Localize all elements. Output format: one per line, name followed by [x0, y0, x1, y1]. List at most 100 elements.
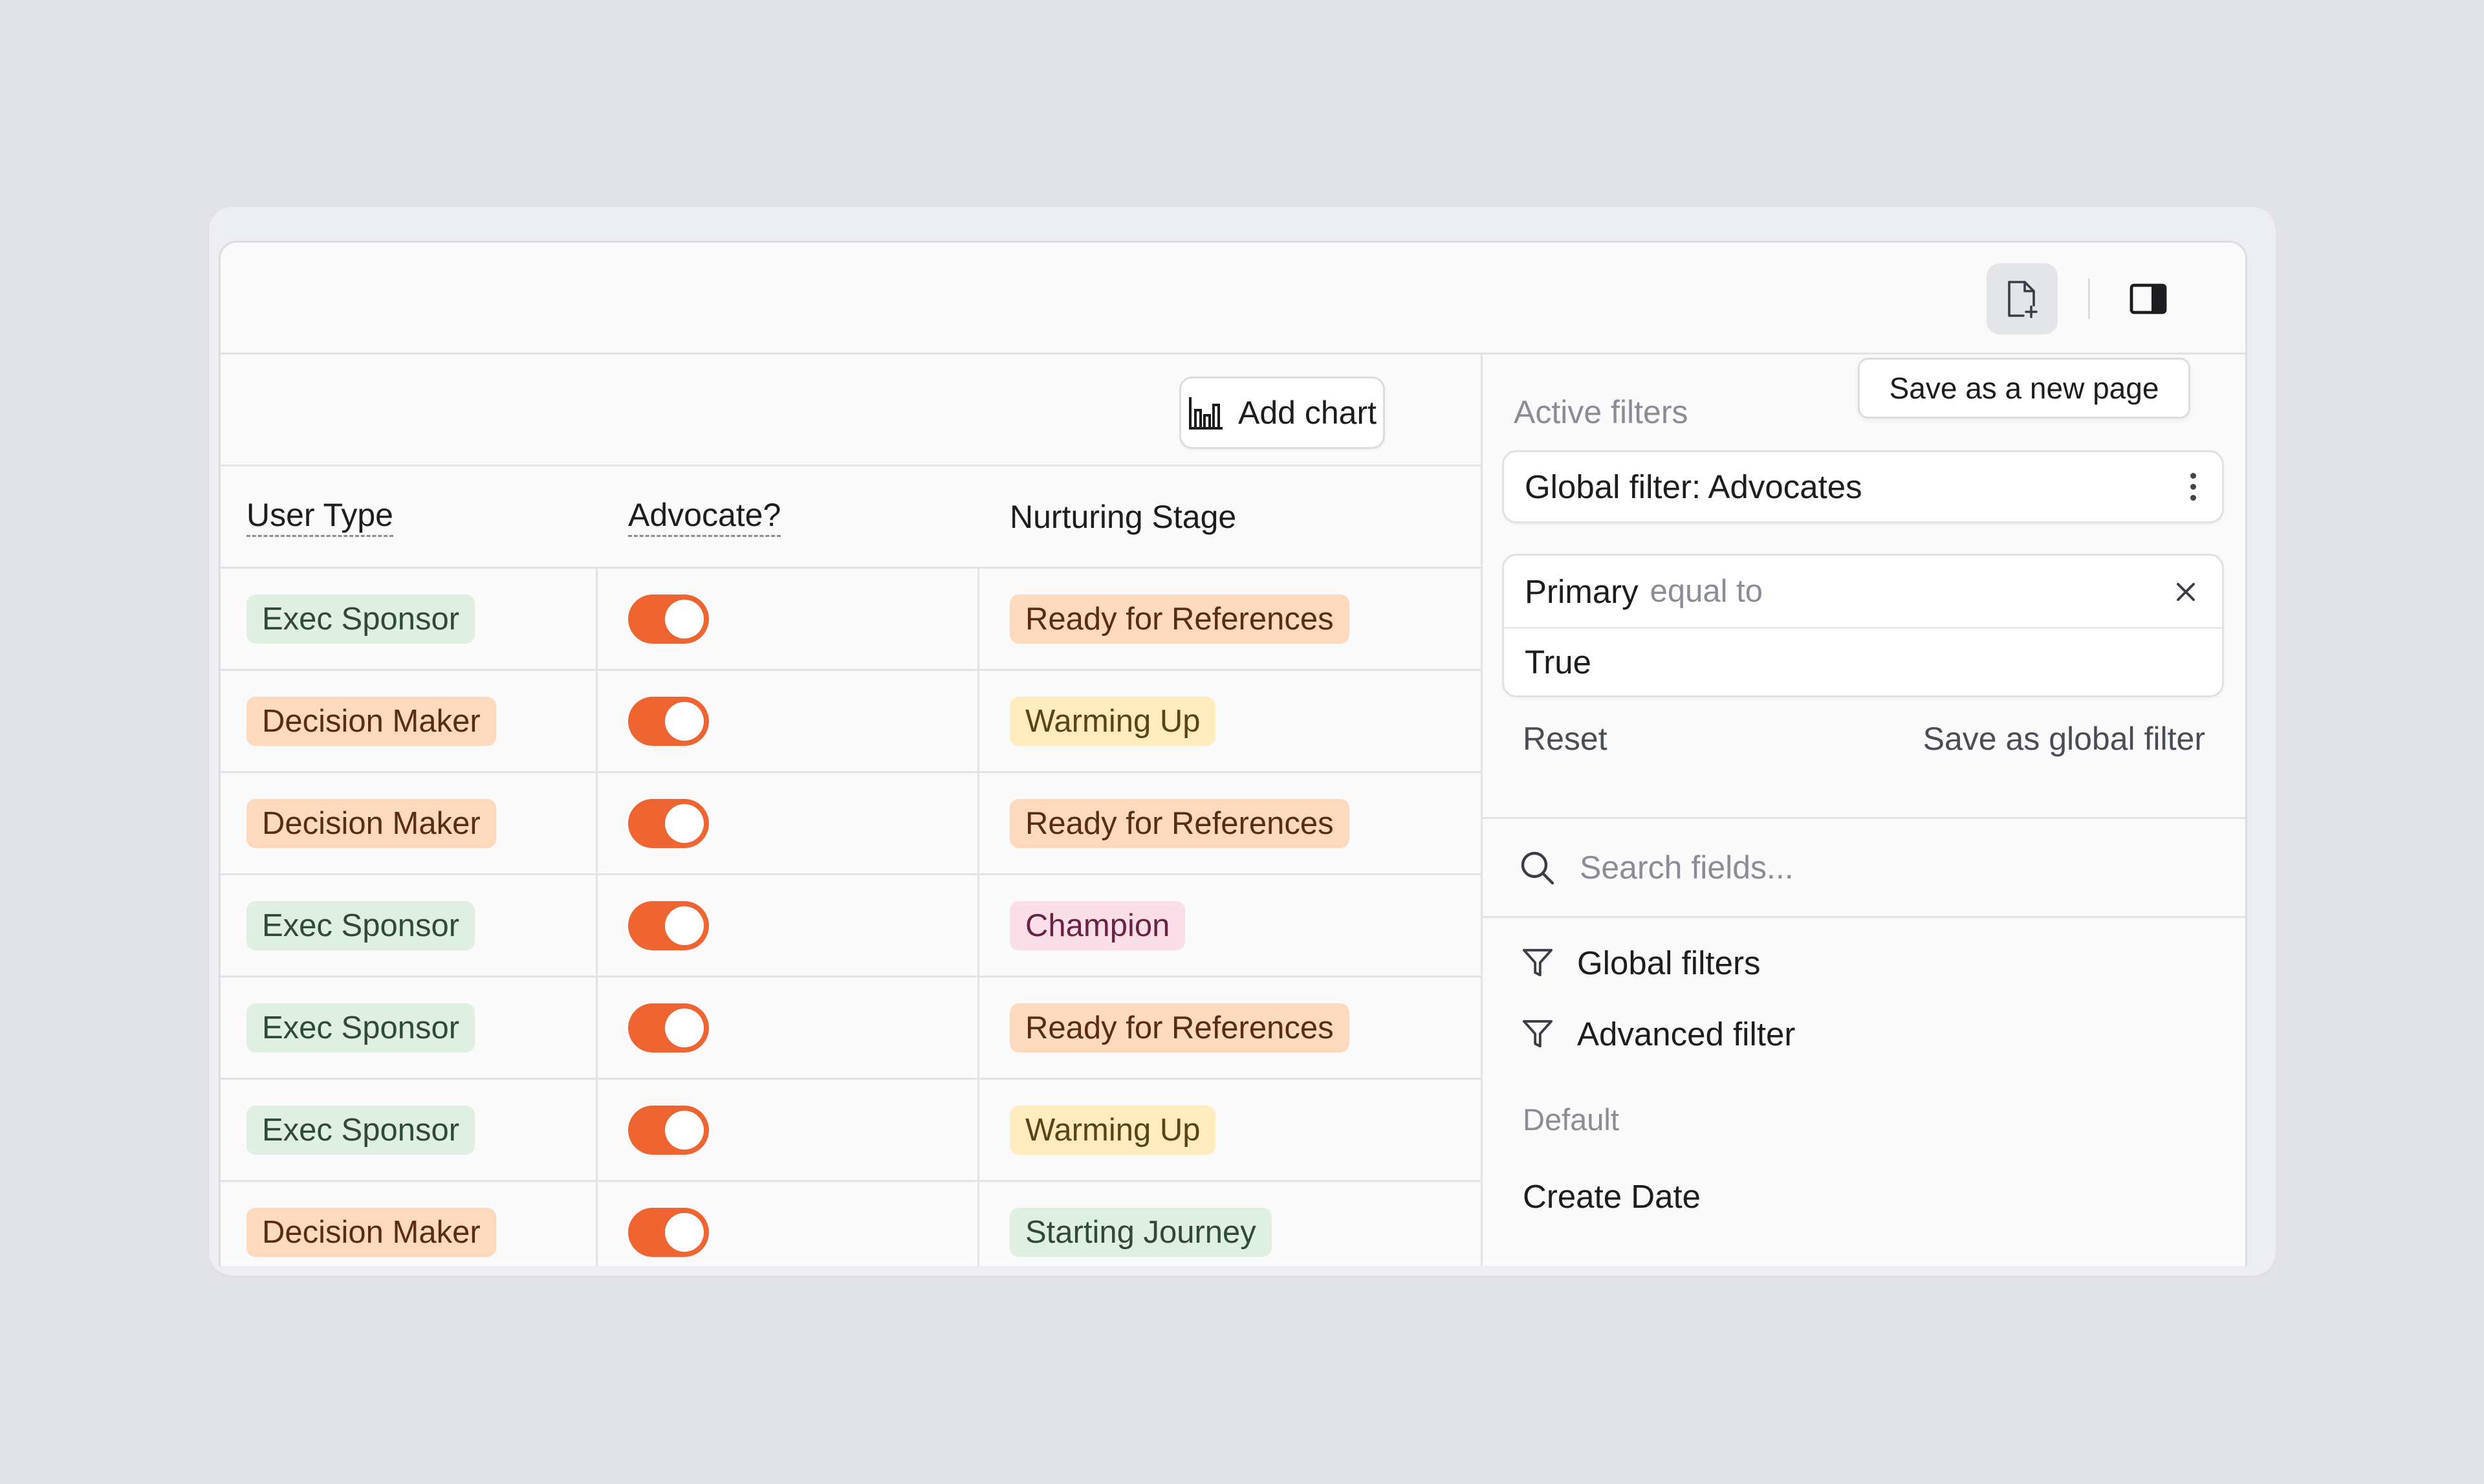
- global-filter-label: Global filter: Advocates: [1525, 468, 1862, 505]
- user-type-cell[interactable]: Decision Maker: [246, 1182, 496, 1266]
- nurturing-stage-tag: Champion: [1010, 900, 1186, 950]
- close-icon: [2177, 583, 2195, 601]
- filter-icon: [1522, 948, 1553, 977]
- column-divider: [596, 569, 598, 669]
- filter-condition-card: Primary equal to True: [1502, 554, 2224, 697]
- nurturing-stage-tag: Starting Journey: [1010, 1207, 1272, 1257]
- nurturing-stage-cell[interactable]: Ready for References: [1010, 569, 1349, 669]
- section-label-default: Default: [1523, 1102, 1619, 1137]
- column-divider: [596, 1182, 598, 1266]
- nurturing-stage-cell[interactable]: Warming Up: [1010, 1080, 1216, 1180]
- column-header-nurturing-stage[interactable]: Nurturing Stage: [1010, 466, 1236, 567]
- user-type-tag: Decision Maker: [246, 798, 496, 848]
- column-divider: [596, 875, 598, 976]
- advocate-toggle[interactable]: [628, 1003, 709, 1053]
- toggle-knob: [665, 1110, 704, 1150]
- save-as-new-page-button[interactable]: [1987, 263, 2058, 334]
- reset-button[interactable]: Reset: [1523, 720, 1607, 758]
- nurturing-stage-tag: Ready for References: [1010, 1003, 1349, 1053]
- advocate-cell: [628, 569, 709, 669]
- user-type-tag: Exec Sponsor: [246, 594, 475, 644]
- table-row[interactable]: Decision Maker Warming Up: [221, 671, 1481, 773]
- column-header-user-type[interactable]: User Type: [246, 466, 393, 567]
- nurturing-stage-cell[interactable]: Ready for References: [1010, 977, 1349, 1078]
- user-type-cell[interactable]: Decision Maker: [246, 773, 496, 873]
- advocate-cell: [628, 977, 709, 1078]
- column-divider: [977, 875, 979, 976]
- user-type-tag: Exec Sponsor: [246, 900, 475, 950]
- toggle-knob: [665, 803, 704, 843]
- column-divider: [977, 977, 979, 1078]
- global-filter-card[interactable]: Global filter: Advocates: [1502, 450, 2224, 523]
- nurturing-stage-cell[interactable]: Warming Up: [1010, 671, 1216, 771]
- more-options-icon[interactable]: [2190, 473, 2196, 501]
- search-fields-input[interactable]: [1578, 848, 2098, 887]
- menu-item-advanced-filter[interactable]: Advanced filter: [1483, 1001, 2245, 1066]
- search-icon: [1521, 851, 1554, 885]
- column-divider: [596, 977, 598, 1078]
- user-type-cell[interactable]: Exec Sponsor: [246, 569, 475, 669]
- condition-operator[interactable]: equal to: [1650, 573, 1763, 609]
- table-row[interactable]: Exec Sponsor Ready for References: [221, 569, 1481, 671]
- app-window: Add chart User Type Advocate? Nurturing …: [219, 241, 2247, 1266]
- advocate-cell: [628, 773, 709, 873]
- toggle-knob: [665, 906, 704, 945]
- nurturing-stage-tag: Ready for References: [1010, 594, 1349, 644]
- nurturing-stage-cell[interactable]: Ready for References: [1010, 773, 1349, 873]
- add-chart-label: Add chart: [1237, 395, 1377, 431]
- save-as-global-filter-button[interactable]: Save as global filter: [1923, 720, 2205, 758]
- table-row[interactable]: Exec Sponsor Champion: [221, 875, 1481, 977]
- column-divider: [596, 773, 598, 873]
- column-divider: [596, 1080, 598, 1180]
- divider: [1483, 916, 2245, 918]
- advocate-toggle[interactable]: [628, 1207, 709, 1257]
- advocate-cell: [628, 671, 709, 771]
- search-fields-row: [1483, 819, 2245, 916]
- bar-chart-icon: [1188, 397, 1223, 430]
- user-type-cell[interactable]: Exec Sponsor: [246, 1080, 475, 1180]
- column-divider: [977, 671, 979, 771]
- toggle-side-panel-button[interactable]: [2113, 263, 2184, 334]
- condition-value[interactable]: True: [1504, 629, 2222, 695]
- column-divider: [596, 671, 598, 771]
- table-row[interactable]: Decision Maker Ready for References: [221, 773, 1481, 875]
- data-table-area: Add chart User Type Advocate? Nurturing …: [221, 355, 1481, 1266]
- column-divider: [977, 1182, 979, 1266]
- active-filters-title: Active filters: [1514, 394, 1688, 430]
- nurturing-stage-tag: Warming Up: [1010, 1105, 1216, 1155]
- advocate-cell: [628, 875, 709, 976]
- filters-panel: Active filters Save as a new page Global…: [1481, 355, 2245, 1266]
- nurturing-stage-cell[interactable]: Starting Journey: [1010, 1182, 1272, 1266]
- advocate-toggle[interactable]: [628, 798, 709, 848]
- field-item-create-date[interactable]: Create Date: [1523, 1177, 1701, 1216]
- add-chart-button[interactable]: Add chart: [1179, 376, 1385, 449]
- menu-item-label: Global filters: [1577, 944, 1761, 981]
- user-type-cell[interactable]: Exec Sponsor: [246, 977, 475, 1078]
- nurturing-stage-tag: Ready for References: [1010, 798, 1349, 848]
- toggle-knob: [665, 1212, 704, 1252]
- advocate-toggle[interactable]: [628, 696, 709, 746]
- nurturing-stage-tag: Warming Up: [1010, 696, 1216, 746]
- condition-header[interactable]: Primary equal to: [1504, 556, 2222, 629]
- advocate-cell: [628, 1080, 709, 1180]
- user-type-cell[interactable]: Exec Sponsor: [246, 875, 475, 976]
- column-header-advocate[interactable]: Advocate?: [628, 466, 781, 567]
- table-row[interactable]: Decision Maker Starting Journey: [221, 1182, 1481, 1266]
- table-row[interactable]: Exec Sponsor Warming Up: [221, 1080, 1481, 1182]
- table-row[interactable]: Exec Sponsor Ready for References: [221, 977, 1481, 1080]
- user-type-tag: Decision Maker: [246, 696, 496, 746]
- toggle-knob: [665, 1008, 704, 1047]
- user-type-cell[interactable]: Decision Maker: [246, 671, 496, 771]
- remove-condition-button[interactable]: [2174, 580, 2197, 607]
- advocate-toggle[interactable]: [628, 900, 709, 950]
- nurturing-stage-cell[interactable]: Champion: [1010, 875, 1186, 976]
- advocate-toggle[interactable]: [628, 594, 709, 644]
- condition-field: Primary: [1525, 573, 1639, 610]
- toolbar-divider: [2088, 279, 2090, 319]
- records-table: User Type Advocate? Nurturing Stage Exec…: [221, 464, 1481, 1266]
- advocate-toggle[interactable]: [628, 1105, 709, 1155]
- menu-item-global-filters[interactable]: Global filters: [1483, 930, 2245, 995]
- sidebar-right-icon: [2130, 283, 2167, 314]
- menu-item-label: Advanced filter: [1577, 1015, 1796, 1053]
- user-type-tag: Decision Maker: [246, 1207, 496, 1257]
